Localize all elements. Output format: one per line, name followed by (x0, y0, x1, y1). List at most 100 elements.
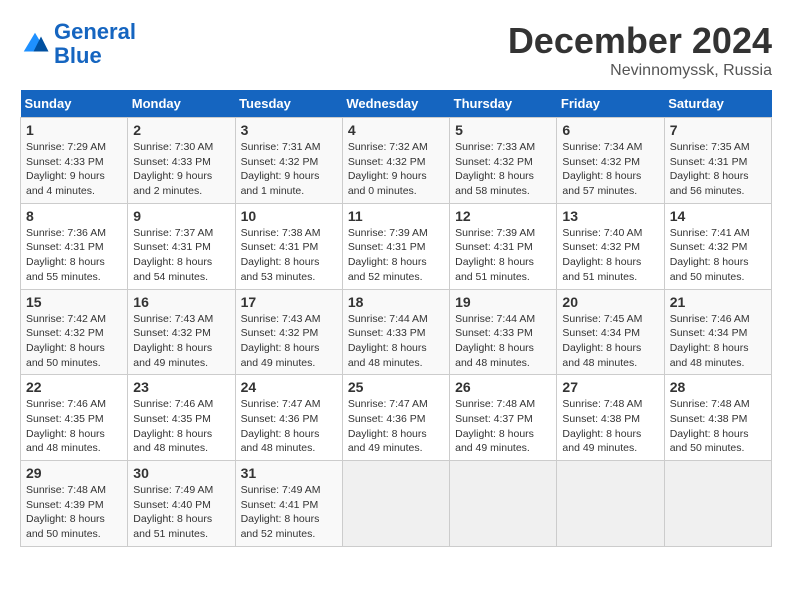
cell-info: Sunrise: 7:48 AMSunset: 4:39 PMDaylight:… (26, 483, 122, 542)
cell-info: Sunrise: 7:29 AMSunset: 4:33 PMDaylight:… (26, 140, 122, 199)
cell-info: Sunrise: 7:47 AMSunset: 4:36 PMDaylight:… (241, 397, 337, 456)
week-row-3: 15 Sunrise: 7:42 AMSunset: 4:32 PMDayligh… (21, 289, 772, 375)
day-number: 13 (562, 208, 658, 224)
page-header: General Blue December 2024 Nevinnomyssk,… (20, 20, 772, 80)
calendar-cell: 31 Sunrise: 7:49 AMSunset: 4:41 PMDayligh… (235, 461, 342, 547)
day-number: 16 (133, 294, 229, 310)
day-number: 23 (133, 379, 229, 395)
cell-info: Sunrise: 7:38 AMSunset: 4:31 PMDaylight:… (241, 226, 337, 285)
day-number: 24 (241, 379, 337, 395)
day-number: 5 (455, 122, 551, 138)
day-number: 7 (670, 122, 766, 138)
title-section: December 2024 Nevinnomyssk, Russia (508, 20, 772, 80)
calendar-cell: 22 Sunrise: 7:46 AMSunset: 4:35 PMDayligh… (21, 375, 128, 461)
day-number: 25 (348, 379, 444, 395)
calendar-cell: 29 Sunrise: 7:48 AMSunset: 4:39 PMDayligh… (21, 461, 128, 547)
calendar-cell: 20 Sunrise: 7:45 AMSunset: 4:34 PMDayligh… (557, 289, 664, 375)
day-number: 20 (562, 294, 658, 310)
calendar-cell: 25 Sunrise: 7:47 AMSunset: 4:36 PMDayligh… (342, 375, 449, 461)
calendar-cell: 27Sunrise: 7:48 AMSunset: 4:38 PMDayligh… (557, 375, 664, 461)
day-number: 17 (241, 294, 337, 310)
day-header-tuesday: Tuesday (235, 90, 342, 118)
calendar-cell: 1 Sunrise: 7:29 AMSunset: 4:33 PMDaylight… (21, 118, 128, 204)
calendar-cell: 16 Sunrise: 7:43 AMSunset: 4:32 PMDayligh… (128, 289, 235, 375)
week-row-1: 1 Sunrise: 7:29 AMSunset: 4:33 PMDaylight… (21, 118, 772, 204)
cell-info: Sunrise: 7:43 AMSunset: 4:32 PMDaylight:… (133, 312, 229, 371)
calendar-cell: 14 Sunrise: 7:41 AMSunset: 4:32 PMDayligh… (664, 203, 771, 289)
calendar-cell: 26 Sunrise: 7:48 AMSunset: 4:37 PMDayligh… (450, 375, 557, 461)
calendar-cell: 12 Sunrise: 7:39 AMSunset: 4:31 PMDayligh… (450, 203, 557, 289)
cell-info: Sunrise: 7:47 AMSunset: 4:36 PMDaylight:… (348, 397, 444, 456)
header-row: SundayMondayTuesdayWednesdayThursdayFrid… (21, 90, 772, 118)
cell-info: Sunrise: 7:42 AMSunset: 4:32 PMDaylight:… (26, 312, 122, 371)
calendar-cell: 5 Sunrise: 7:33 AMSunset: 4:32 PMDaylight… (450, 118, 557, 204)
day-header-friday: Friday (557, 90, 664, 118)
cell-info: Sunrise: 7:46 AMSunset: 4:34 PMDaylight:… (670, 312, 766, 371)
cell-info: Sunrise: 7:48 AMSunset: 4:37 PMDaylight:… (455, 397, 551, 456)
day-number: 19 (455, 294, 551, 310)
cell-info: Sunrise: 7:44 AMSunset: 4:33 PMDaylight:… (348, 312, 444, 371)
calendar-cell: 3Sunrise: 7:31 AMSunset: 4:32 PMDaylight… (235, 118, 342, 204)
logo-text: General Blue (54, 20, 136, 68)
calendar-cell: 23Sunrise: 7:46 AMSunset: 4:35 PMDayligh… (128, 375, 235, 461)
logo: General Blue (20, 20, 136, 68)
day-number: 15 (26, 294, 122, 310)
cell-info: Sunrise: 7:30 AMSunset: 4:33 PMDaylight:… (133, 140, 229, 199)
cell-info: Sunrise: 7:39 AMSunset: 4:31 PMDaylight:… (348, 226, 444, 285)
cell-info: Sunrise: 7:32 AMSunset: 4:32 PMDaylight:… (348, 140, 444, 199)
cell-info: Sunrise: 7:41 AMSunset: 4:32 PMDaylight:… (670, 226, 766, 285)
day-number: 26 (455, 379, 551, 395)
calendar-cell: 15 Sunrise: 7:42 AMSunset: 4:32 PMDayligh… (21, 289, 128, 375)
calendar-cell: 10 Sunrise: 7:38 AMSunset: 4:31 PMDayligh… (235, 203, 342, 289)
day-number: 21 (670, 294, 766, 310)
calendar-cell: 9Sunrise: 7:37 AMSunset: 4:31 PMDaylight… (128, 203, 235, 289)
day-number: 27 (562, 379, 658, 395)
cell-info: Sunrise: 7:39 AMSunset: 4:31 PMDaylight:… (455, 226, 551, 285)
cell-info: Sunrise: 7:33 AMSunset: 4:32 PMDaylight:… (455, 140, 551, 199)
cell-info: Sunrise: 7:46 AMSunset: 4:35 PMDaylight:… (26, 397, 122, 456)
week-row-4: 22 Sunrise: 7:46 AMSunset: 4:35 PMDayligh… (21, 375, 772, 461)
day-number: 18 (348, 294, 444, 310)
cell-info: Sunrise: 7:48 AMSunset: 4:38 PMDaylight:… (670, 397, 766, 456)
day-number: 28 (670, 379, 766, 395)
calendar-cell: 8Sunrise: 7:36 AMSunset: 4:31 PMDaylight… (21, 203, 128, 289)
calendar-cell (450, 461, 557, 547)
day-number: 14 (670, 208, 766, 224)
calendar-cell (664, 461, 771, 547)
day-number: 12 (455, 208, 551, 224)
calendar-cell: 11 Sunrise: 7:39 AMSunset: 4:31 PMDayligh… (342, 203, 449, 289)
calendar-cell: 28 Sunrise: 7:48 AMSunset: 4:38 PMDayligh… (664, 375, 771, 461)
day-header-saturday: Saturday (664, 90, 771, 118)
calendar-cell: 4Sunrise: 7:32 AMSunset: 4:32 PMDaylight… (342, 118, 449, 204)
day-header-monday: Monday (128, 90, 235, 118)
day-number: 22 (26, 379, 122, 395)
day-number: 1 (26, 122, 122, 138)
calendar-cell: 19Sunrise: 7:44 AMSunset: 4:33 PMDayligh… (450, 289, 557, 375)
cell-info: Sunrise: 7:31 AMSunset: 4:32 PMDaylight:… (241, 140, 337, 199)
calendar-cell: 21 Sunrise: 7:46 AMSunset: 4:34 PMDayligh… (664, 289, 771, 375)
cell-info: Sunrise: 7:45 AMSunset: 4:34 PMDaylight:… (562, 312, 658, 371)
logo-icon (20, 29, 50, 59)
cell-info: Sunrise: 7:49 AMSunset: 4:41 PMDaylight:… (241, 483, 337, 542)
week-row-2: 8Sunrise: 7:36 AMSunset: 4:31 PMDaylight… (21, 203, 772, 289)
day-number: 9 (133, 208, 229, 224)
day-number: 10 (241, 208, 337, 224)
day-header-wednesday: Wednesday (342, 90, 449, 118)
day-number: 2 (133, 122, 229, 138)
calendar-cell: 30 Sunrise: 7:49 AMSunset: 4:40 PMDayligh… (128, 461, 235, 547)
cell-info: Sunrise: 7:35 AMSunset: 4:31 PMDaylight:… (670, 140, 766, 199)
calendar-cell: 18 Sunrise: 7:44 AMSunset: 4:33 PMDayligh… (342, 289, 449, 375)
cell-info: Sunrise: 7:34 AMSunset: 4:32 PMDaylight:… (562, 140, 658, 199)
day-number: 29 (26, 465, 122, 481)
day-number: 30 (133, 465, 229, 481)
cell-info: Sunrise: 7:43 AMSunset: 4:32 PMDaylight:… (241, 312, 337, 371)
calendar-table: SundayMondayTuesdayWednesdayThursdayFrid… (20, 90, 772, 547)
calendar-cell: 7 Sunrise: 7:35 AMSunset: 4:31 PMDaylight… (664, 118, 771, 204)
calendar-cell: 6Sunrise: 7:34 AMSunset: 4:32 PMDaylight… (557, 118, 664, 204)
calendar-cell: 13 Sunrise: 7:40 AMSunset: 4:32 PMDayligh… (557, 203, 664, 289)
cell-info: Sunrise: 7:49 AMSunset: 4:40 PMDaylight:… (133, 483, 229, 542)
day-number: 31 (241, 465, 337, 481)
month-title: December 2024 (508, 20, 772, 62)
day-number: 11 (348, 208, 444, 224)
cell-info: Sunrise: 7:40 AMSunset: 4:32 PMDaylight:… (562, 226, 658, 285)
